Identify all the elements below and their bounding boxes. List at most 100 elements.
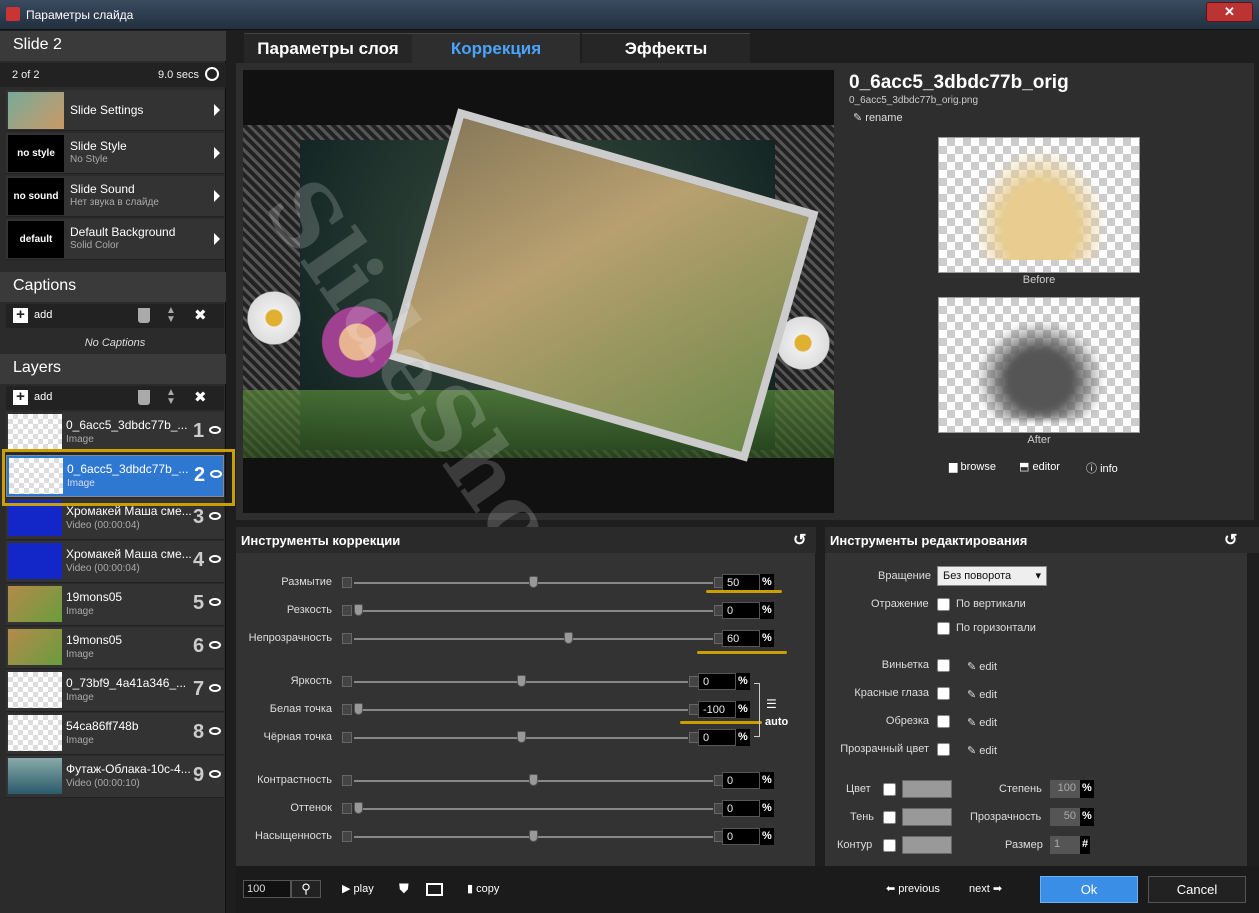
layer-item[interactable]: 0_73bf9_4a41a346_... Image 7 xyxy=(6,670,224,712)
default-background-item[interactable]: default Default Background Solid Color xyxy=(6,219,224,260)
correction-slider[interactable] xyxy=(342,801,725,817)
sliders-icon[interactable]: ☰ xyxy=(766,697,777,711)
slider-value-input[interactable]: 0 xyxy=(698,729,736,746)
play-button[interactable]: ▶ play xyxy=(342,882,374,895)
slider-track[interactable] xyxy=(354,638,713,640)
slider-track[interactable] xyxy=(354,808,713,810)
slider-knob[interactable] xyxy=(529,774,538,786)
flip-horizontal-checkbox[interactable] xyxy=(937,622,950,635)
tab-correction[interactable]: Коррекция xyxy=(412,33,580,63)
add-icon[interactable]: + xyxy=(13,307,28,323)
reorder-icon[interactable]: ▲ ▼ xyxy=(166,388,176,407)
slider-decrease-button[interactable] xyxy=(342,605,352,616)
correction-slider[interactable] xyxy=(342,631,725,647)
degree-input[interactable]: 100 xyxy=(1050,780,1080,798)
mark-icon[interactable]: ⛊ xyxy=(399,881,409,897)
slider-value-input[interactable]: 50 xyxy=(722,574,760,591)
slider-value-input[interactable]: 0 xyxy=(722,602,760,619)
next-button[interactable]: next ➡ xyxy=(969,882,1002,895)
correction-slider[interactable] xyxy=(342,575,725,591)
layer-item[interactable]: 0_6acc5_3dbdc77b_... Image 1 xyxy=(6,412,224,454)
layer-item[interactable]: Футаж-Облака-10с-4... Video (00:00:10) 9 xyxy=(6,756,224,798)
layer-item[interactable]: 19mons05 Image 5 xyxy=(6,584,224,626)
eye-icon[interactable] xyxy=(209,727,221,735)
slider-knob[interactable] xyxy=(529,830,538,842)
zoom-search-icon[interactable]: ⚲ xyxy=(291,880,321,898)
eye-icon[interactable] xyxy=(209,426,221,434)
transparency-input[interactable]: 50 xyxy=(1050,808,1080,826)
add-icon[interactable]: + xyxy=(13,389,28,405)
size-input[interactable]: 1 xyxy=(1050,836,1080,854)
outline-swatch[interactable] xyxy=(902,836,952,854)
slider-knob[interactable] xyxy=(354,604,363,616)
add-layer-button[interactable]: add xyxy=(34,391,52,403)
slider-decrease-button[interactable] xyxy=(342,704,352,715)
tools-icon[interactable]: ✖ xyxy=(194,306,207,324)
tools-icon[interactable]: ✖ xyxy=(194,388,207,406)
rotation-select[interactable]: Без поворота ▾ xyxy=(937,566,1047,586)
rename-button[interactable]: ✎ rename xyxy=(853,111,903,124)
correction-slider[interactable] xyxy=(342,730,700,746)
editor-button[interactable]: ⬒ editor xyxy=(1019,460,1060,473)
correction-slider[interactable] xyxy=(342,702,700,718)
add-caption-button[interactable]: add xyxy=(34,309,52,321)
slider-decrease-button[interactable] xyxy=(342,577,352,588)
vignette-checkbox[interactable] xyxy=(937,659,950,672)
ok-button[interactable]: Ok xyxy=(1040,876,1138,903)
layer-item[interactable]: Хромакей Маша сме... Video (00:00:04) 4 xyxy=(6,541,224,583)
copy-button[interactable]: ▮ copy xyxy=(467,882,499,895)
slider-decrease-button[interactable] xyxy=(342,633,352,644)
slider-track[interactable] xyxy=(354,709,688,711)
slide-sound-item[interactable]: no sound Slide Sound Нет звука в слайде xyxy=(6,176,224,217)
slide-settings-item[interactable]: Slide Settings xyxy=(6,90,224,131)
slider-value-input[interactable]: 0 xyxy=(722,772,760,789)
trash-icon[interactable] xyxy=(138,390,150,405)
slider-track[interactable] xyxy=(354,610,713,612)
reset-editing-icon[interactable]: ↺ xyxy=(1224,530,1237,550)
transparent-color-edit-button[interactable]: ✎ edit xyxy=(967,744,997,757)
slider-value-input[interactable]: 0 xyxy=(722,828,760,845)
tab-layer-params[interactable]: Параметры слоя xyxy=(244,33,412,63)
frame-icon[interactable] xyxy=(426,883,443,896)
slider-decrease-button[interactable] xyxy=(342,803,352,814)
close-window-button[interactable]: ✕ xyxy=(1206,2,1253,22)
eye-icon[interactable] xyxy=(209,555,221,563)
eye-icon[interactable] xyxy=(209,641,221,649)
previous-button[interactable]: ⬅ previous xyxy=(886,882,940,895)
eye-icon[interactable] xyxy=(209,684,221,692)
vignette-edit-button[interactable]: ✎ edit xyxy=(967,660,997,673)
reorder-icon[interactable]: ▲ ▼ xyxy=(166,306,176,325)
shadow-checkbox[interactable] xyxy=(883,811,896,824)
slider-value-input[interactable]: -100 xyxy=(698,701,736,718)
browse-button[interactable]: ▆ browse xyxy=(949,460,996,473)
eye-icon[interactable] xyxy=(209,512,221,520)
slide-style-item[interactable]: no style Slide Style No Style xyxy=(6,133,224,174)
correction-slider[interactable] xyxy=(342,773,725,789)
transparent-color-checkbox[interactable] xyxy=(937,743,950,756)
slider-knob[interactable] xyxy=(529,576,538,588)
crop-checkbox[interactable] xyxy=(937,715,950,728)
auto-button[interactable]: auto xyxy=(765,716,788,728)
slider-value-input[interactable]: 60 xyxy=(722,630,760,647)
tab-effects[interactable]: Эффекты xyxy=(582,33,750,63)
color-swatch[interactable] xyxy=(902,780,952,798)
layer-item[interactable]: 19mons05 Image 6 xyxy=(6,627,224,669)
slider-decrease-button[interactable] xyxy=(342,775,352,786)
info-button[interactable]: ⓘ info xyxy=(1086,460,1118,476)
eye-icon[interactable] xyxy=(209,770,221,778)
cancel-button[interactable]: Cancel xyxy=(1148,876,1246,903)
crop-edit-button[interactable]: ✎ edit xyxy=(967,716,997,729)
correction-slider[interactable] xyxy=(342,674,700,690)
correction-slider[interactable] xyxy=(342,603,725,619)
slider-value-input[interactable]: 0 xyxy=(722,800,760,817)
red-eye-checkbox[interactable] xyxy=(937,687,950,700)
slider-decrease-button[interactable] xyxy=(342,676,352,687)
red-eye-edit-button[interactable]: ✎ edit xyxy=(967,688,997,701)
slider-knob[interactable] xyxy=(516,675,526,687)
slider-knob[interactable] xyxy=(354,802,363,814)
correction-slider[interactable] xyxy=(342,829,725,845)
slide-duration[interactable]: 9.0 secs xyxy=(158,69,199,81)
trash-icon[interactable] xyxy=(138,308,150,323)
slider-knob[interactable] xyxy=(516,731,526,743)
layer-item[interactable]: 54ca86ff748b Image 8 xyxy=(6,713,224,755)
